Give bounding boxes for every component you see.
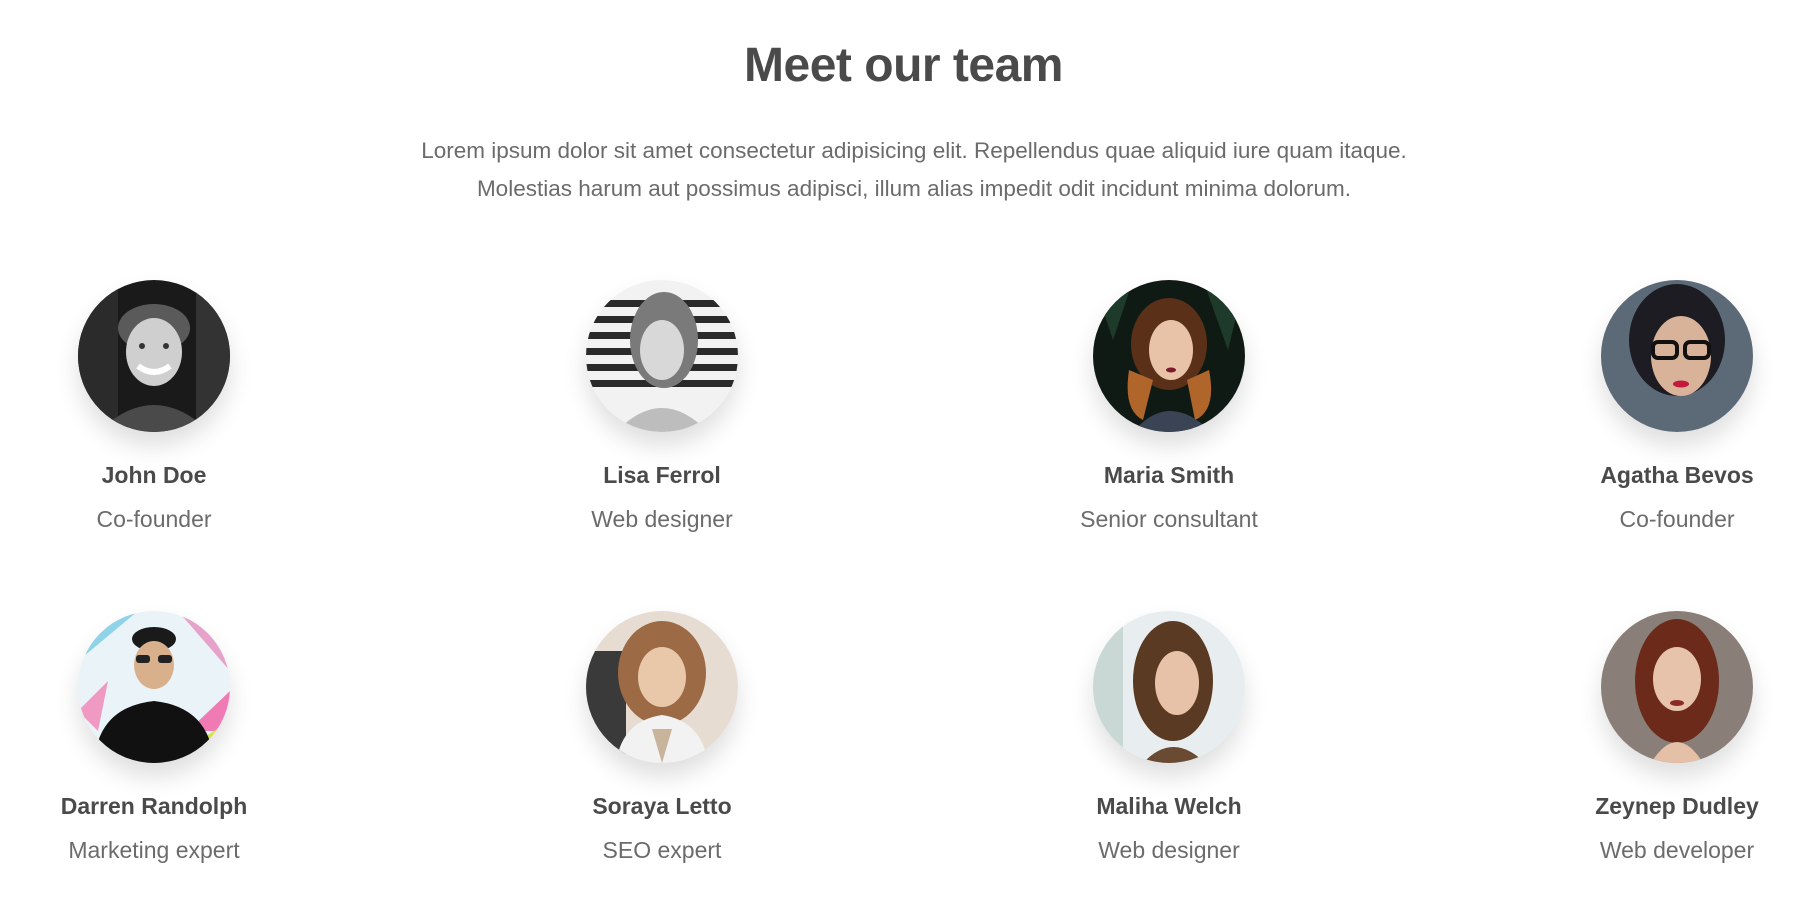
member-name: Lisa Ferrol bbox=[603, 462, 721, 488]
member-name: Maria Smith bbox=[1103, 462, 1235, 488]
team-member-card: Darren Randolph Marketing expert bbox=[4, 611, 304, 865]
member-role: Web designer bbox=[1098, 837, 1240, 863]
member-avatar bbox=[586, 280, 738, 432]
member-name: Zeynep Dudley bbox=[1595, 793, 1759, 819]
team-member-card: Lisa Ferrol Web designer bbox=[512, 280, 812, 534]
section-intro: Lorem ipsum dolor sit amet consectetur a… bbox=[421, 138, 1407, 201]
team-member-card: Maria Smith Senior consultant bbox=[1019, 280, 1319, 534]
member-role: Web developer bbox=[1599, 837, 1755, 863]
member-avatar bbox=[1601, 611, 1753, 763]
member-avatar bbox=[586, 611, 738, 763]
team-member-card: Zeynep Dudley Web developer bbox=[1527, 611, 1807, 865]
member-avatar bbox=[78, 280, 230, 432]
team-member-card: Maliha Welch Web designer bbox=[1019, 611, 1319, 865]
member-role: Marketing expert bbox=[68, 837, 240, 863]
team-member-card: John Doe Co-founder bbox=[4, 280, 304, 534]
section-title: Meet our team bbox=[744, 39, 1063, 92]
member-name: John Doe bbox=[101, 462, 207, 488]
member-avatar bbox=[1601, 280, 1753, 432]
team-member-card: Agatha Bevos Co-founder bbox=[1527, 280, 1807, 534]
member-role: Web designer bbox=[591, 506, 733, 532]
team-member-card: Soraya Letto SEO expert bbox=[512, 611, 812, 865]
member-role: Co-founder bbox=[96, 506, 212, 532]
member-name: Darren Randolph bbox=[60, 793, 248, 819]
member-role: Co-founder bbox=[1619, 506, 1735, 532]
member-name: Maliha Welch bbox=[1096, 793, 1242, 819]
member-name: Agatha Bevos bbox=[1600, 462, 1754, 488]
member-avatar bbox=[78, 611, 230, 763]
member-name: Soraya Letto bbox=[592, 793, 732, 819]
member-role: SEO expert bbox=[602, 837, 722, 863]
member-avatar bbox=[1093, 611, 1245, 763]
member-role: Senior consultant bbox=[1080, 506, 1258, 532]
member-avatar bbox=[1093, 280, 1245, 432]
team-section: Meet our team Lorem ipsum dolor sit amet… bbox=[0, 0, 1807, 903]
